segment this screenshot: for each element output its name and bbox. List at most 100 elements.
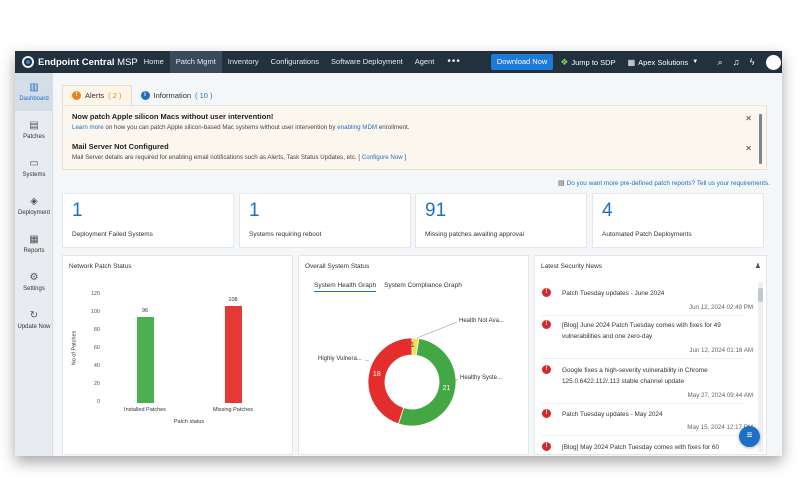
panel-title: Latest Security News: [541, 263, 603, 270]
bar-value-label: 96: [141, 307, 149, 314]
y-axis-title: No of Patches: [71, 330, 78, 366]
x-category-label: Installed Patches: [124, 407, 166, 413]
y-tick-label: 100: [90, 309, 100, 315]
news-title[interactable]: Google fixes a high-severity vulnerabili…: [562, 365, 742, 387]
alert-item: Mail Server Not Configured Mail Server d…: [72, 142, 742, 161]
alert-icon: !: [542, 442, 551, 451]
news-scrollbar[interactable]: [758, 282, 763, 452]
sidebar-item-reports[interactable]: ▦ Reports: [15, 225, 53, 263]
stat-card-reboot-required[interactable]: 1 Systems requiring reboot: [239, 193, 411, 248]
alert-title: Now patch Apple silicon Macs without use…: [72, 112, 274, 121]
monitor-icon: ▭: [29, 158, 39, 169]
legend-highly-vulnerable: Highly Vulnera...: [318, 356, 362, 362]
bell-icon[interactable]: ♫: [728, 57, 744, 67]
nav-patch-mgmt[interactable]: Patch Mgmt: [169, 51, 222, 73]
scroll-thumb[interactable]: [758, 288, 763, 302]
stat-card-automated-deployments[interactable]: 4 Automated Patch Deployments: [592, 193, 764, 248]
stat-card-awaiting-approval[interactable]: 91 Missing patches awaiting approval: [415, 193, 587, 248]
x-axis-title: Patch status: [173, 419, 205, 425]
sidebar-item-label: Dashboard: [19, 96, 49, 102]
top-navigation-bar: Endpoint Central MSP Home Patch Mgmt Inv…: [15, 51, 782, 73]
stat-label: Automated Patch Deployments: [602, 231, 692, 238]
nav-agent[interactable]: Agent: [409, 51, 441, 73]
stat-value: 91: [425, 200, 447, 221]
jump-to-sdp-link[interactable]: ❖ Jump to SDP: [560, 57, 615, 68]
bar-installed-patches[interactable]: [137, 316, 154, 403]
avatar[interactable]: [766, 54, 782, 70]
alert-text: Learn more on how you can patch Apple si…: [72, 124, 742, 131]
jump-to-sdp-label: Jump to SDP: [571, 57, 616, 67]
alert-text-tail: enrollment.: [377, 124, 410, 131]
news-title[interactable]: [Blog] June 2024 Patch Tuesday comes wit…: [562, 320, 742, 342]
sidebar-item-label: Reports: [23, 248, 45, 254]
bar-value-label: 108: [228, 296, 238, 303]
enabling-mdm-link[interactable]: enabling MDM: [337, 124, 377, 131]
nav-software-deployment[interactable]: Software Deployment: [325, 51, 409, 73]
bar-missing-patches[interactable]: [225, 305, 242, 403]
x-category-label: Missing Patches: [212, 407, 254, 413]
news-date: Jun 12, 2024 02:49 PM: [689, 304, 753, 311]
news-divider: [542, 435, 745, 436]
panel-title: Network Patch Status: [69, 263, 132, 270]
alert-text-tail: ]: [402, 154, 407, 161]
y-tick-label: 80: [93, 327, 100, 333]
alert-icon: !: [542, 320, 551, 329]
sidebar-item-deployment[interactable]: ◈ Deployment: [15, 187, 53, 225]
news-date: Jun 12, 2024 01:16 AM: [689, 347, 753, 354]
y-tick-label: 40: [93, 363, 100, 369]
dashboard-icon: ▥: [29, 82, 39, 93]
org-selector[interactable]: ▦ Apex Solutions ▼: [628, 58, 699, 67]
top-icons: ⌕ ♫ ϟ: [712, 54, 782, 70]
legend-health-not-available: Health Not Ava...: [459, 318, 504, 324]
tab-alerts-label: Alerts: [85, 91, 105, 100]
menu-fab-button[interactable]: ≡: [739, 426, 760, 447]
news-divider: [542, 315, 745, 316]
news-title[interactable]: Patch Tuesday updates - May 2024: [562, 409, 742, 420]
news-title[interactable]: [Blog] May 2024 Patch Tuesday comes with…: [562, 442, 742, 453]
nav-home[interactable]: Home: [138, 51, 170, 73]
main-content: ! Alerts ( 2 ) i Information ( 10 ) Now …: [53, 73, 782, 456]
chevron-down-icon: ▼: [692, 59, 699, 65]
close-icon[interactable]: ✕: [745, 144, 752, 153]
alert-text: Mail Server details are required for ena…: [72, 154, 742, 161]
brand-logo-icon: [22, 56, 34, 68]
brand[interactable]: Endpoint Central MSP: [15, 51, 138, 73]
sidebar-item-label: Update Now: [17, 324, 51, 330]
alert-scrollbar[interactable]: [759, 114, 762, 164]
report-request-label: Do you want more pre-defined patch repor…: [566, 180, 770, 187]
configure-now-link[interactable]: Configure Now: [362, 154, 403, 161]
sidebar-item-dashboard[interactable]: ▥ Dashboard: [15, 73, 53, 111]
close-icon[interactable]: ✕: [745, 114, 752, 123]
tab-information-count: ( 10 ): [195, 90, 213, 100]
download-now-button[interactable]: Download Now: [490, 54, 554, 70]
search-icon[interactable]: ⌕: [712, 57, 728, 68]
tab-information[interactable]: i Information ( 10 ): [132, 85, 222, 105]
report-request-link[interactable]: ▤ Do you want more pre-defined patch repo…: [558, 179, 770, 187]
learn-more-link[interactable]: Learn more: [72, 124, 104, 131]
news-title[interactable]: Patch Tuesday updates - June 2024: [562, 288, 742, 299]
stat-card-deployment-failed[interactable]: 1 Deployment Failed Systems: [62, 193, 234, 248]
alert-icon: !: [542, 288, 551, 297]
tab-alerts[interactable]: ! Alerts ( 2 ): [62, 85, 132, 105]
sidebar-item-label: Settings: [23, 286, 45, 292]
sidebar-item-patches[interactable]: ▤ Patches: [15, 111, 53, 149]
building-icon: ▦: [627, 57, 636, 67]
more-menu-icon[interactable]: •••: [440, 51, 468, 73]
alert-icon: !: [542, 365, 551, 374]
stat-value: 4: [602, 200, 613, 221]
info-icon: i: [140, 90, 150, 100]
lightning-icon[interactable]: ϟ: [744, 57, 760, 67]
sdp-icon: ❖: [560, 56, 569, 67]
legend-healthy-systems: Healthy Syste...: [460, 375, 503, 381]
stat-value: 1: [72, 200, 83, 221]
slice-value-label: 1: [410, 341, 415, 349]
nav-configurations[interactable]: Configurations: [265, 51, 325, 73]
y-tick-label: 120: [90, 291, 100, 297]
sidebar-item-update-now[interactable]: ↻ Update Now: [15, 301, 53, 339]
sidebar-item-systems[interactable]: ▭ Systems: [15, 149, 53, 187]
sidebar-item-settings[interactable]: ⚙ Settings: [15, 263, 53, 301]
nav-inventory[interactable]: Inventory: [222, 51, 265, 73]
bell-icon[interactable]: ♟: [755, 262, 761, 270]
leader-line: [416, 321, 458, 339]
security-news-panel: Latest Security News ♟ ! Patch Tuesday up…: [534, 255, 767, 455]
